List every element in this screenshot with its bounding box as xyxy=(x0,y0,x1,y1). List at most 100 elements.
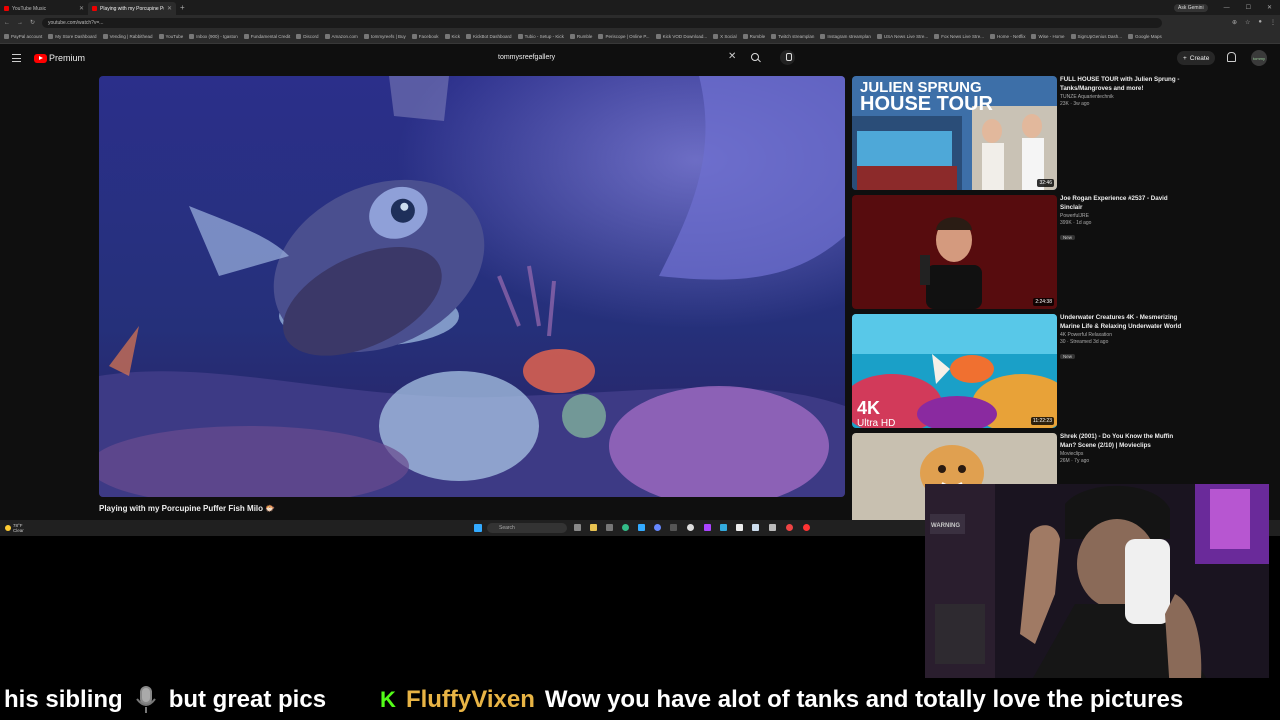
tab-youtube-music[interactable]: YouTube Music ✕ xyxy=(0,2,88,15)
kick-badge-icon: K xyxy=(380,687,396,712)
close-icon[interactable]: ✕ xyxy=(167,5,172,12)
recommendation-info: Underwater Creatures 4K - Mesmerizing Ma… xyxy=(1060,314,1190,363)
app-icon[interactable] xyxy=(769,524,776,531)
close-window-icon[interactable]: ✕ xyxy=(1267,4,1272,11)
bookmark-item[interactable]: Kick VOD Download... xyxy=(655,34,707,39)
app-icon[interactable] xyxy=(720,524,727,531)
bookmark-label: Discord xyxy=(303,34,319,39)
video-thumbnail[interactable]: 2:24:38 xyxy=(852,195,1057,309)
file-explorer-icon[interactable] xyxy=(590,524,597,531)
app-icon[interactable] xyxy=(752,524,759,531)
notifications-bell-icon[interactable] xyxy=(1227,52,1236,62)
install-icon[interactable]: ⊕ xyxy=(1232,19,1237,26)
plus-icon: + xyxy=(1183,54,1187,62)
bookmark-item[interactable]: Fundamental Credit xyxy=(243,34,290,39)
app-icon[interactable] xyxy=(687,524,694,531)
task-view-icon[interactable] xyxy=(574,524,581,531)
new-tab-button[interactable]: + xyxy=(180,3,185,12)
chrome-icon[interactable] xyxy=(622,524,629,531)
bookmark-item[interactable]: Instagram streamplan xyxy=(820,34,871,39)
recommendation-title[interactable]: FULL HOUSE TOUR with Julien Sprung - Tan… xyxy=(1060,76,1190,93)
bookmark-item[interactable]: Rumble xyxy=(569,34,592,39)
app-icon[interactable] xyxy=(638,524,645,531)
back-icon[interactable]: ← xyxy=(4,20,10,26)
youtube-play-icon xyxy=(34,53,47,63)
bookmark-favicon-icon xyxy=(189,34,195,39)
bookmark-item[interactable]: Inbox (900) - tgaston xyxy=(189,34,238,39)
channel-name[interactable]: TUNZE Aquarientechnik xyxy=(1060,94,1190,100)
bookmark-item[interactable]: Vending | Rabbithead xyxy=(102,34,153,39)
bookmark-favicon-icon xyxy=(411,34,417,39)
bookmark-item[interactable]: Kick xyxy=(444,34,460,39)
taskbar-search-input[interactable]: Search xyxy=(487,523,567,533)
reload-icon[interactable]: ↻ xyxy=(30,19,35,26)
app-icon[interactable] xyxy=(654,524,661,531)
minimize-icon[interactable]: — xyxy=(1224,5,1230,11)
maximize-icon[interactable]: ☐ xyxy=(1246,4,1251,11)
kebab-menu-icon[interactable]: ⋮ xyxy=(1270,19,1276,26)
channel-name[interactable]: 4K Powerful Relaxation xyxy=(1060,332,1190,338)
bookmark-label: Amazon.com xyxy=(331,34,358,39)
app-icon[interactable] xyxy=(736,524,743,531)
bookmark-item[interactable]: X Social xyxy=(713,34,737,39)
recommendation-title[interactable]: Shrek (2001) - Do You Know the Muffin Ma… xyxy=(1060,433,1190,450)
url-field[interactable]: youtube.com/watch?v=... xyxy=(42,17,1163,28)
bookmark-item[interactable]: My Store Dashboard xyxy=(48,34,97,39)
clear-search-icon[interactable]: ✕ xyxy=(728,52,736,62)
bookmark-item[interactable]: SignUpGenius Dash... xyxy=(1070,34,1122,39)
bookmark-item[interactable]: Periscope | Online P... xyxy=(598,34,650,39)
app-icon[interactable] xyxy=(704,524,711,531)
video-thumbnail[interactable]: JULIEN SPRUNG HOUSE TOUR 32:46 xyxy=(852,76,1057,190)
windows-start-icon[interactable] xyxy=(474,524,482,532)
video-player[interactable] xyxy=(99,76,845,497)
tab-current-video[interactable]: Playing with my Porcupine Puf ✕ xyxy=(88,2,176,15)
channel-name[interactable]: Movieclips xyxy=(1060,451,1190,457)
search-icon[interactable] xyxy=(749,51,763,65)
hamburger-menu-icon[interactable] xyxy=(12,54,21,62)
youtube-app-icon[interactable] xyxy=(803,524,810,531)
avatar[interactable]: tommy xyxy=(1251,50,1267,66)
ask-gemini-button[interactable]: Ask Gemini xyxy=(1174,3,1208,12)
star-icon[interactable]: ☆ xyxy=(1245,19,1250,26)
bookmark-label: Inbox (900) - tgaston xyxy=(196,34,238,39)
bookmark-item[interactable]: Home - Netflix xyxy=(989,34,1026,39)
bookmark-item[interactable]: Facebook xyxy=(411,34,439,39)
bookmark-item[interactable]: Rumble xyxy=(742,34,765,39)
chat-username: FluffyVixen xyxy=(405,686,535,713)
window-controls: Ask Gemini — ☐ ✕ xyxy=(1174,3,1280,12)
bookmark-item[interactable]: USA News Live Stre... xyxy=(876,34,928,39)
bookmark-item[interactable]: YouTube xyxy=(158,34,183,39)
close-icon[interactable]: ✕ xyxy=(79,5,84,12)
recommendation-title[interactable]: Underwater Creatures 4K - Mesmerizing Ma… xyxy=(1060,314,1190,331)
weather-widget[interactable]: 78°F Clear xyxy=(5,523,24,533)
channel-name[interactable]: PowerfulJRE xyxy=(1060,213,1190,219)
microphone-icon[interactable] xyxy=(780,50,795,65)
bookmark-item[interactable]: PayPal account xyxy=(4,34,42,39)
bookmark-item[interactable]: Tubio - Setup - Kick xyxy=(517,34,564,39)
app-icon[interactable] xyxy=(670,524,677,531)
bookmark-item[interactable]: Fox News Live Stre... xyxy=(934,34,984,39)
bookmark-label: Home - Netflix xyxy=(996,34,1026,39)
bookmark-item[interactable]: Google Maps xyxy=(1128,34,1162,39)
app-icon[interactable] xyxy=(786,524,793,531)
duration-badge: 2:24:38 xyxy=(1033,298,1054,306)
recommendation-title[interactable]: Joe Rogan Experience #2537 - David Sincl… xyxy=(1060,195,1190,212)
bookmark-favicon-icon xyxy=(102,34,108,39)
create-button[interactable]: + Create xyxy=(1177,51,1216,65)
video-thumbnail[interactable]: 4K Ultra HD 11:22:23 xyxy=(852,314,1057,428)
youtube-premium-logo[interactable]: Premium xyxy=(34,53,85,63)
profile-icon[interactable]: ● xyxy=(1258,19,1262,26)
bookmark-item[interactable]: Discord xyxy=(296,34,319,39)
bookmark-item[interactable]: Twitch streamplan xyxy=(771,34,814,39)
forward-icon[interactable]: → xyxy=(17,20,23,26)
sun-icon xyxy=(5,525,11,531)
bookmark-label: PayPal account xyxy=(11,34,43,39)
bookmark-item[interactable]: tommyreefs | Buy xyxy=(363,34,406,39)
aquarium-video-frame xyxy=(99,76,845,497)
app-icon[interactable] xyxy=(606,524,613,531)
search-input[interactable]: tommysreefgallery xyxy=(490,51,740,66)
warning-sign: WARNING xyxy=(931,523,960,529)
bookmark-item[interactable]: Wise - Home xyxy=(1031,34,1065,39)
bookmark-item[interactable]: Amazon.com xyxy=(324,34,358,39)
bookmark-item[interactable]: KickBot Dashboard xyxy=(466,34,512,39)
